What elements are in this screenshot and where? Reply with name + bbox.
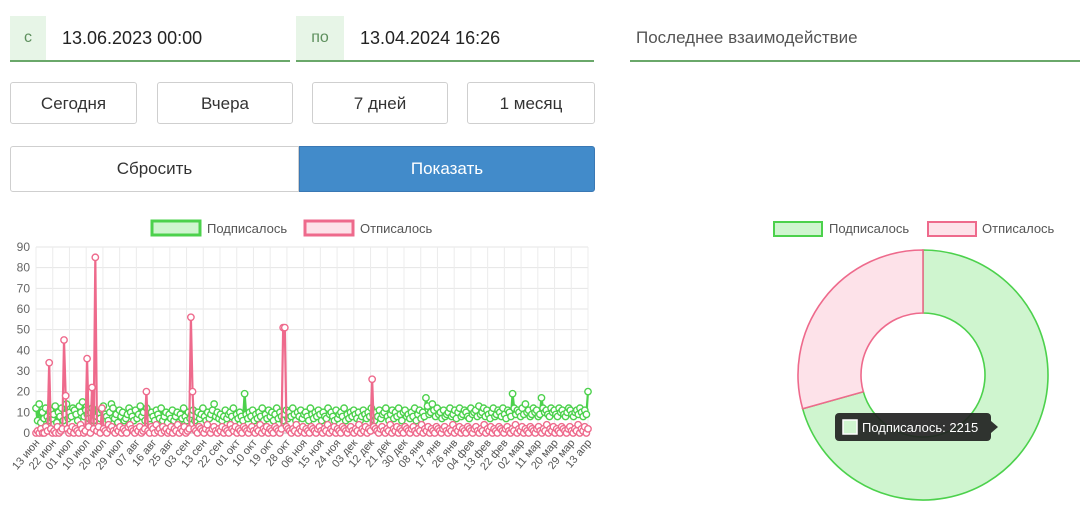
data-point[interactable]	[83, 354, 91, 363]
doughnut-slice-unsubscribed[interactable]	[797, 249, 924, 410]
doughnut-slices	[797, 249, 1049, 501]
preset-1month-button[interactable]: 1 месяц	[467, 82, 595, 124]
preset-yesterday-button[interactable]: Вчера	[157, 82, 293, 124]
line-chart-series	[32, 253, 592, 437]
data-point[interactable]	[35, 400, 44, 408]
date-to-value[interactable]: 13.04.2024 16:26	[360, 16, 500, 60]
data-point[interactable]	[88, 383, 96, 392]
y-tick-label: 60	[17, 302, 31, 316]
y-tick-label: 90	[17, 240, 31, 254]
date-from-value[interactable]: 13.06.2023 00:00	[62, 16, 202, 60]
data-point[interactable]	[136, 402, 145, 411]
doughnut-legend: Подписалось Отписалось	[773, 221, 1055, 237]
date-from-prefix: с	[10, 16, 46, 60]
legend-unsubscribed-label: Отписалось	[360, 221, 433, 236]
data-point[interactable]	[537, 393, 546, 402]
data-point[interactable]	[142, 387, 151, 396]
y-tick-label: 10	[17, 405, 31, 419]
doughnut-chart: Подписалось Отписалось Подписалось: 2215	[773, 221, 1055, 501]
line-chart-legend: Подписалось Отписалось	[150, 219, 433, 237]
date-to-field[interactable]: по 13.04.2024 16:26	[296, 16, 594, 62]
data-point[interactable]	[78, 398, 87, 406]
legend-subscribed-swatch[interactable]	[150, 219, 202, 237]
last-interaction-field[interactable]: Последнее взаимодействие	[630, 16, 1080, 62]
data-point[interactable]	[60, 336, 68, 344]
data-point[interactable]	[582, 410, 591, 419]
data-point[interactable]	[368, 375, 377, 384]
line-chart: Подписалось Отписалось 0 10 20 30 40 50 60 70 80…	[10, 219, 594, 473]
doughnut-tooltip: Подписалось: 2215	[835, 413, 998, 441]
line-chart-y-axis: 0 10 20 30 40 50 60 70 80 90	[17, 240, 31, 440]
data-point[interactable]	[240, 389, 249, 398]
preset-7days-button[interactable]: 7 дней	[312, 82, 448, 124]
y-tick-label: 40	[17, 343, 31, 357]
data-point[interactable]	[45, 358, 54, 367]
data-point[interactable]	[91, 253, 100, 262]
y-tick-label: 50	[17, 323, 31, 337]
show-button[interactable]: Показать	[299, 146, 595, 192]
data-point[interactable]	[280, 323, 289, 332]
legend-unsubscribed-swatch-2[interactable]	[927, 221, 977, 237]
data-point[interactable]	[422, 393, 430, 402]
legend-unsubscribed-label-2: Отписалось	[982, 221, 1055, 236]
preset-today-button[interactable]: Сегодня	[10, 82, 137, 124]
data-point[interactable]	[188, 387, 197, 396]
date-from-field[interactable]: с 13.06.2023 00:00	[10, 16, 290, 62]
data-point[interactable]	[210, 400, 219, 408]
legend-subscribed-label: Подписалось	[207, 221, 287, 236]
y-tick-label: 30	[17, 364, 31, 378]
y-tick-label: 20	[17, 385, 31, 399]
y-tick-label: 70	[17, 281, 31, 295]
reset-button[interactable]: Сбросить	[10, 146, 299, 192]
data-point[interactable]	[521, 400, 530, 408]
y-tick-label: 80	[17, 261, 31, 275]
data-point[interactable]	[186, 313, 195, 322]
data-point[interactable]	[381, 404, 390, 413]
date-to-prefix: по	[296, 16, 344, 60]
data-point[interactable]	[109, 404, 117, 413]
tooltip-swatch	[842, 419, 858, 435]
tooltip-text: Подписалось: 2215	[862, 420, 978, 435]
data-point[interactable]	[258, 404, 267, 413]
data-point[interactable]	[584, 387, 592, 396]
data-point[interactable]	[51, 402, 60, 411]
legend-unsubscribed-swatch[interactable]	[303, 219, 355, 237]
y-tick-label: 0	[23, 426, 30, 440]
data-point[interactable]	[229, 404, 238, 413]
legend-subscribed-swatch-2[interactable]	[773, 221, 823, 237]
data-point[interactable]	[340, 404, 348, 413]
line-chart-x-axis: 13 июн22 июн01 июл10 июл20 июл29 июл07 а…	[10, 437, 594, 473]
data-point[interactable]	[61, 391, 70, 400]
data-point[interactable]	[584, 424, 592, 433]
last-interaction-placeholder: Последнее взаимодействие	[636, 28, 858, 47]
legend-subscribed-label-2: Подписалось	[829, 221, 909, 236]
data-point[interactable]	[508, 389, 517, 398]
data-point[interactable]	[98, 404, 106, 413]
